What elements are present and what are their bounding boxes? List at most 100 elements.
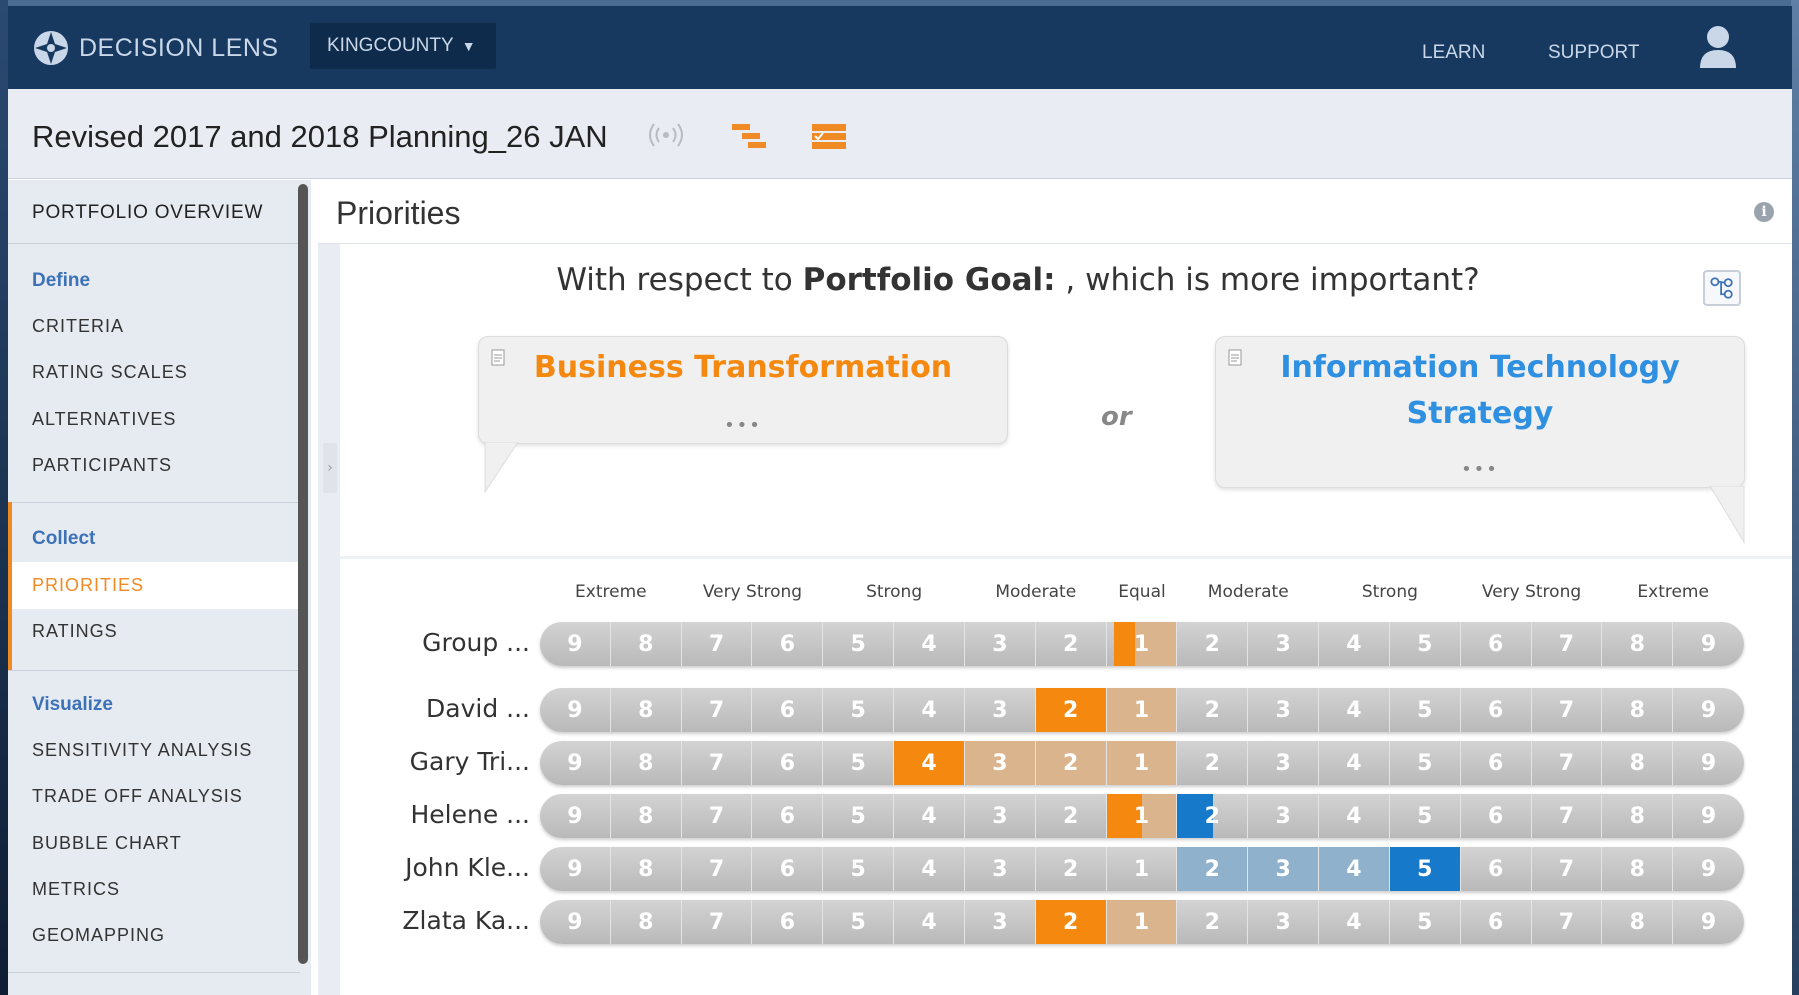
scale-cell[interactable]: 5	[823, 794, 895, 838]
scale-cell[interactable]: 3	[965, 622, 1036, 666]
scale-cell[interactable]: 3	[965, 741, 1036, 785]
scale-cell[interactable]: 3	[1248, 688, 1320, 732]
scale-cell[interactable]: 9	[1673, 900, 1744, 944]
judgment-slider[interactable]: 98765432123456789	[540, 622, 1744, 666]
broadcast-icon[interactable]	[648, 122, 684, 148]
scale-cell[interactable]: 5	[1390, 741, 1461, 785]
scale-cell[interactable]: 8	[611, 847, 682, 891]
scale-cell[interactable]: 1	[1107, 622, 1178, 666]
sidebar-item-alternatives[interactable]: ALTERNATIVES	[8, 409, 300, 430]
sidebar-item-criteria[interactable]: CRITERIA	[8, 316, 300, 337]
scale-cell[interactable]: 8	[1602, 900, 1674, 944]
support-link[interactable]: SUPPORT	[1548, 42, 1640, 64]
scale-cell[interactable]: 2	[1177, 688, 1249, 732]
scale-cell[interactable]: 3	[1248, 900, 1320, 944]
scale-cell[interactable]: 6	[1461, 688, 1532, 732]
scale-cell[interactable]: 2	[1177, 794, 1249, 838]
scale-cell[interactable]: 5	[823, 688, 895, 732]
sidebar-item-rating-scales[interactable]: RATING SCALES	[8, 362, 300, 383]
sidebar-item-priorities[interactable]: PRIORITIES	[8, 562, 300, 609]
scale-cell[interactable]: 7	[682, 688, 753, 732]
scale-cell[interactable]: 8	[611, 688, 682, 732]
collapse-sidebar-handle[interactable]: ›	[323, 443, 337, 493]
left-option-more[interactable]: •••	[479, 415, 1007, 436]
scale-cell[interactable]: 3	[965, 688, 1036, 732]
scale-cell[interactable]: 8	[1602, 688, 1674, 732]
hierarchy-icon[interactable]	[730, 122, 768, 150]
scale-cell[interactable]: 3	[965, 900, 1036, 944]
brand-logo[interactable]: DECISION LENS	[33, 30, 279, 66]
scale-cell[interactable]: 5	[823, 847, 895, 891]
scale-cell[interactable]: 6	[752, 847, 824, 891]
scale-cell[interactable]: 4	[1319, 794, 1390, 838]
scale-cell[interactable]: 9	[540, 622, 611, 666]
scale-cell[interactable]: 9	[1673, 794, 1744, 838]
scale-cell[interactable]: 4	[1319, 688, 1390, 732]
scale-cell[interactable]: 3	[1248, 794, 1320, 838]
sidebar-item-participants[interactable]: PARTICIPANTS	[8, 455, 300, 476]
scale-cell[interactable]: 4	[894, 688, 965, 732]
tree-view-button[interactable]	[1703, 270, 1741, 306]
scale-cell[interactable]: 6	[1461, 900, 1532, 944]
scale-cell[interactable]: 1	[1107, 741, 1178, 785]
scale-cell[interactable]: 3	[1248, 622, 1320, 666]
scale-cell[interactable]: 9	[1673, 847, 1744, 891]
judgment-slider[interactable]: 98765432123456789	[540, 741, 1744, 785]
scale-cell[interactable]: 7	[1532, 900, 1603, 944]
scale-cell[interactable]: 7	[1532, 741, 1603, 785]
scale-cell[interactable]: 8	[1602, 794, 1674, 838]
scale-cell[interactable]: 7	[1532, 847, 1603, 891]
scale-cell[interactable]: 2	[1036, 794, 1107, 838]
scale-cell[interactable]: 4	[894, 622, 965, 666]
scale-cell[interactable]: 8	[1602, 622, 1674, 666]
scale-cell[interactable]: 2	[1036, 900, 1107, 944]
user-profile-icon[interactable]	[1698, 24, 1738, 70]
scale-cell[interactable]: 6	[1461, 741, 1532, 785]
scale-cell[interactable]: 5	[1390, 622, 1461, 666]
scale-cell[interactable]: 4	[894, 794, 965, 838]
scale-cell[interactable]: 7	[682, 622, 753, 666]
checklist-icon[interactable]	[810, 122, 848, 150]
scale-cell[interactable]: 5	[1390, 794, 1461, 838]
scale-cell[interactable]: 3	[1248, 847, 1320, 891]
scale-cell[interactable]: 5	[823, 741, 895, 785]
judgment-slider[interactable]: 98765432123456789	[540, 847, 1744, 891]
scale-cell[interactable]: 6	[752, 900, 824, 944]
scale-cell[interactable]: 2	[1036, 741, 1107, 785]
scale-cell[interactable]: 4	[1319, 741, 1390, 785]
scale-cell[interactable]: 6	[752, 622, 824, 666]
scale-cell[interactable]: 9	[1673, 622, 1744, 666]
scale-cell[interactable]: 8	[611, 794, 682, 838]
scale-cell[interactable]: 6	[1461, 794, 1532, 838]
scale-cell[interactable]: 2	[1036, 688, 1107, 732]
scale-cell[interactable]: 3	[965, 794, 1036, 838]
scale-cell[interactable]: 2	[1036, 622, 1107, 666]
learn-link[interactable]: LEARN	[1422, 42, 1485, 64]
scale-cell[interactable]: 1	[1107, 794, 1178, 838]
scale-cell[interactable]: 9	[1673, 688, 1744, 732]
scale-cell[interactable]: 6	[752, 688, 824, 732]
scale-cell[interactable]: 8	[1602, 741, 1674, 785]
scale-cell[interactable]: 1	[1107, 847, 1178, 891]
scale-cell[interactable]: 5	[823, 622, 895, 666]
scale-cell[interactable]: 9	[540, 900, 611, 944]
scale-cell[interactable]: 2	[1177, 741, 1249, 785]
left-option-card[interactable]: Business Transformation •••	[478, 336, 1008, 444]
scale-cell[interactable]: 7	[1532, 794, 1603, 838]
scale-cell[interactable]: 9	[540, 794, 611, 838]
scale-cell[interactable]: 5	[823, 900, 895, 944]
scale-cell[interactable]: 5	[1390, 900, 1461, 944]
scale-cell[interactable]: 7	[1532, 688, 1603, 732]
scale-cell[interactable]: 7	[682, 741, 753, 785]
scale-cell[interactable]: 4	[1319, 622, 1390, 666]
scale-cell[interactable]: 3	[965, 847, 1036, 891]
scale-cell[interactable]: 8	[611, 622, 682, 666]
scale-cell[interactable]: 9	[1673, 741, 1744, 785]
scale-cell[interactable]: 8	[611, 741, 682, 785]
scale-cell[interactable]: 7	[682, 794, 753, 838]
scale-cell[interactable]: 6	[1461, 622, 1532, 666]
scale-cell[interactable]: 7	[682, 900, 753, 944]
scale-cell[interactable]: 2	[1177, 622, 1249, 666]
scale-cell[interactable]: 4	[894, 900, 965, 944]
judgment-slider[interactable]: 98765432123456789	[540, 794, 1744, 838]
